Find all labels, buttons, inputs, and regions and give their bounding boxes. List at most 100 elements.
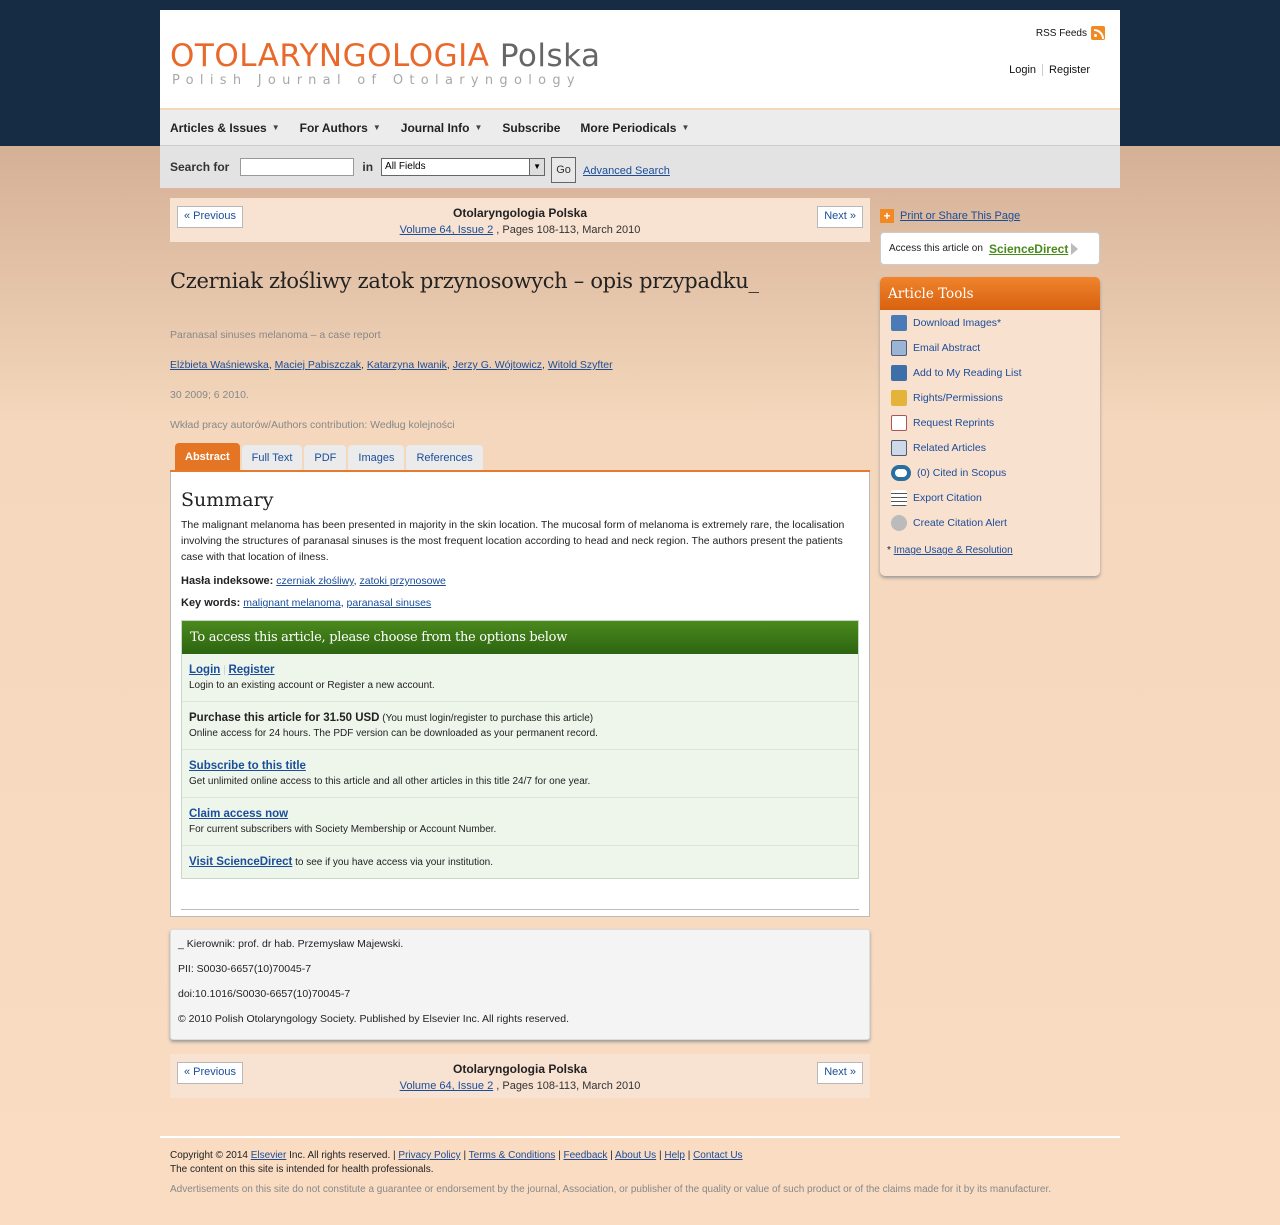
citation-alert-link[interactable]: Create Citation Alert [880,510,1100,535]
nav-journal-info[interactable]: Journal Info ▼ [401,121,483,135]
login-link[interactable]: Login [1003,64,1042,76]
rss-feeds-link[interactable]: RSS Feeds [1036,26,1105,40]
tab-pdf[interactable]: PDF [304,445,347,470]
nav-for-authors[interactable]: For Authors ▼ [300,121,381,135]
account-links: Login Register [1003,64,1096,77]
keyword-link[interactable]: malignant melanoma [243,597,340,609]
document-icon [891,414,907,431]
about-us-link[interactable]: About Us [615,1150,656,1161]
access-register-link[interactable]: Register [228,664,274,676]
chevron-down-icon: ▼ [271,123,280,132]
access-on-label: Access this article on [889,243,983,254]
contact-us-link[interactable]: Contact Us [693,1150,742,1161]
keyword-link[interactable]: czerniak złośliwy [276,575,353,587]
author-list: Elżbieta Waśniewska, Maciej Pabiszczak, … [170,359,613,371]
next-button[interactable]: Next » [817,206,863,228]
author-link[interactable]: Katarzyna Iwanik [367,359,447,371]
note-star: * [887,545,891,556]
author-link[interactable]: Jerzy G. Wójtowicz [453,359,542,371]
rss-icon [1091,26,1105,40]
image-usage-link[interactable]: Image Usage & Resolution [894,545,1013,556]
reading-list-link[interactable]: Add to My Reading List [880,360,1100,385]
nav-more-periodicals[interactable]: More Periodicals ▼ [580,121,689,135]
email-icon [891,339,907,356]
tool-label: Export Citation [913,491,982,504]
claim-option: Claim access now For current subscribers… [182,798,858,846]
pii: PII: S0030-6657(10)70045-7 [178,963,312,975]
register-link[interactable]: Register [1043,64,1096,76]
cited-in-scopus-link[interactable]: (0) Cited in Scopus [880,460,1100,485]
author-link[interactable]: Elżbieta Waśniewska [170,359,269,371]
access-options: To access this article, please choose fr… [181,620,859,879]
pager-bottom: « Previous Otolaryngologia Polska Volume… [170,1054,870,1098]
tab-references[interactable]: References [406,445,483,470]
visit-sciencedirect-link[interactable]: Visit ScienceDirect [189,856,292,868]
sciencedirect-box[interactable]: Access this article on ScienceDirect [880,232,1100,265]
nav-label: For Authors [299,120,368,135]
tab-images[interactable]: Images [348,445,405,470]
email-abstract-link[interactable]: Email Abstract [880,335,1100,360]
access-login-link[interactable]: Login [189,664,220,676]
journal-title: Otolaryngologia Polska [452,1062,588,1076]
scopus-icon [891,464,911,481]
subscribe-link[interactable]: Subscribe to this title [189,760,306,772]
author-link[interactable]: Maciej Pabiszczak [275,359,361,371]
copyright-text: Copyright © 2014 [170,1150,248,1161]
related-articles-link[interactable]: Related Articles [880,435,1100,460]
article-title: Czerniak złośliwy zatok przynosowych – o… [170,269,759,293]
tab-abstract[interactable]: Abstract [175,443,240,470]
print-share-link[interactable]: Print or Share This Page [900,210,1020,222]
feedback-link[interactable]: Feedback [564,1150,608,1161]
nav-label: Journal Info [400,120,470,135]
nav-subscribe[interactable]: Subscribe [502,121,560,135]
list-icon [891,489,907,506]
authors-contribution: Wkład pracy autorów/Authors contribution… [170,419,455,431]
footer: Copyright © 2014 Elsevier Inc. All right… [160,1136,1120,1207]
tool-label: Email Abstract [913,341,981,354]
sciencedirect-option: Visit ScienceDirect to see if you have a… [182,846,858,878]
request-reprints-link[interactable]: Request Reprints [880,410,1100,435]
go-button[interactable]: Go [551,157,577,183]
advanced-search-link[interactable]: Advanced Search [583,165,670,177]
key-words-label: Key words: [181,597,241,609]
author-link[interactable]: Witold Szyfter [548,359,613,371]
pager-top: « Previous Otolaryngologia Polska Volume… [170,198,870,242]
divider [181,909,859,910]
keyword-link[interactable]: zatoki przynosowe [360,575,446,587]
export-citation-link[interactable]: Export Citation [880,485,1100,510]
logo-title: OTOLARYNGOLOGIA [170,38,490,74]
rights-text: Inc. All rights reserved. [289,1150,391,1161]
save-icon [891,314,907,331]
purchase-note: (You must login/register to purchase thi… [382,713,594,724]
help-link[interactable]: Help [664,1150,685,1161]
next-button[interactable]: Next » [817,1062,863,1084]
download-images-link[interactable]: Download Images* [880,310,1100,335]
sidebar: + Print or Share This Page Access this ar… [880,198,1100,576]
print-share: + Print or Share This Page [880,209,1100,223]
volume-link[interactable]: Volume 64, Issue 2 [400,224,494,236]
content-area: « Previous Otolaryngologia Polska Volume… [160,188,1120,1134]
volume-link[interactable]: Volume 64, Issue 2 [400,1080,494,1092]
tab-full-text[interactable]: Full Text [241,445,303,470]
image-usage-note: * Image Usage & Resolution [880,535,1100,576]
purchase-title: Purchase this article for 31.50 USD [189,712,380,724]
tool-label: Create Citation Alert [913,516,1007,529]
purchase-option: Purchase this article for 31.50 USD (You… [182,702,858,750]
rights-permissions-link[interactable]: Rights/Permissions [880,385,1100,410]
privacy-policy-link[interactable]: Privacy Policy [398,1150,460,1161]
nav-label: Articles & Issues [170,120,267,135]
journal-logo[interactable]: OTOLARYNGOLOGIA Polska [170,38,601,74]
chevron-down-icon: ▼ [474,123,483,132]
nav-articles-issues[interactable]: Articles & Issues ▼ [170,121,280,135]
tool-label: Add to My Reading List [913,366,1022,379]
search-input[interactable] [240,158,355,176]
elsevier-link[interactable]: Elsevier [251,1150,287,1161]
keyword-link[interactable]: paranasal sinuses [347,597,432,609]
pages-info: , Pages 108-113, March 2010 [496,1080,641,1092]
search-field-select[interactable]: All Fields ▼ [381,158,546,176]
claim-access-link[interactable]: Claim access now [189,808,288,820]
terms-link[interactable]: Terms & Conditions [469,1150,556,1161]
sciencedirect-link[interactable]: ScienceDirect [989,242,1068,256]
tool-label: Related Articles [913,441,986,454]
nav-label: Subscribe [502,120,561,135]
